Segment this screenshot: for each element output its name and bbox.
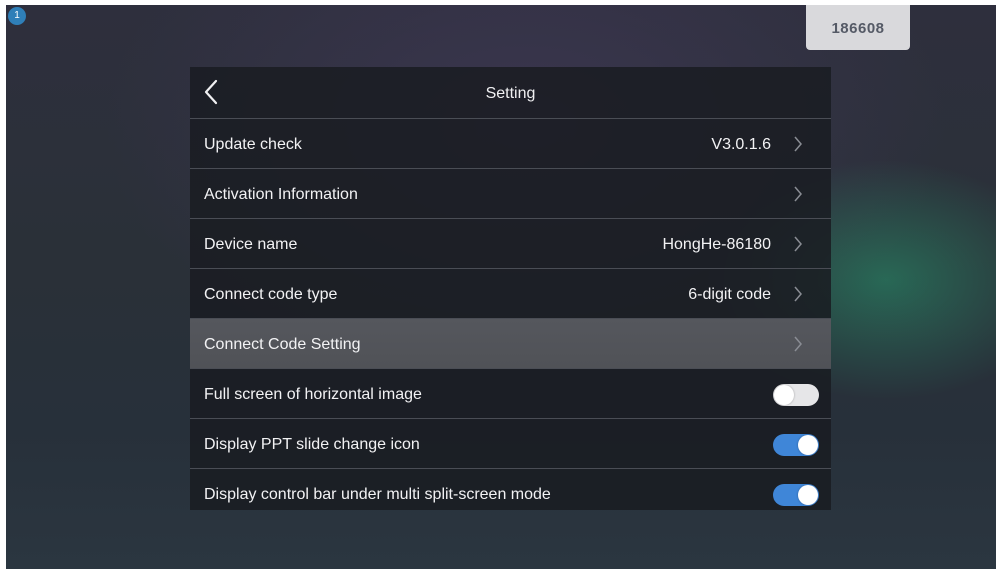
chevron-right-icon	[794, 286, 802, 302]
toggle-switch[interactable]	[773, 434, 819, 456]
setting-label: Update check	[204, 136, 302, 153]
setting-row-activation-information[interactable]: Activation Information	[190, 169, 831, 219]
setting-label: Display control bar under multi split-sc…	[204, 486, 551, 503]
page-title: Setting	[485, 85, 536, 102]
setting-row-update-check[interactable]: Update check V3.0.1.6	[190, 119, 831, 169]
toggle-knob	[798, 485, 818, 505]
notification-badge: 1	[8, 7, 26, 25]
setting-label: Device name	[204, 236, 298, 253]
setting-label: Display PPT slide change icon	[204, 436, 420, 453]
setting-value: HongHe-86180	[662, 236, 771, 253]
settings-panel: Setting Update check V3.0.1.6 Activation…	[190, 67, 831, 510]
chevron-right-icon	[794, 186, 802, 202]
setting-label: Connect Code Setting	[204, 336, 361, 353]
toggle-knob	[798, 435, 818, 455]
setting-value: 6-digit code	[688, 286, 771, 303]
chevron-right-icon	[794, 236, 802, 252]
panel-header: Setting	[190, 67, 831, 119]
setting-row-connect-code-type[interactable]: Connect code type 6-digit code	[190, 269, 831, 319]
toggle-switch[interactable]	[773, 484, 819, 506]
chevron-right-icon	[794, 136, 802, 152]
setting-row-display-control-bar-split-screen: Display control bar under multi split-sc…	[190, 469, 831, 510]
setting-label: Connect code type	[204, 286, 338, 303]
setting-row-connect-code-setting[interactable]: Connect Code Setting	[190, 319, 831, 369]
setting-row-device-name[interactable]: Device name HongHe-86180	[190, 219, 831, 269]
chevron-right-icon	[794, 336, 802, 352]
setting-label: Activation Information	[204, 186, 358, 203]
setting-label: Full screen of horizontal image	[204, 386, 422, 403]
toggle-knob	[774, 385, 794, 405]
toggle-switch[interactable]	[773, 384, 819, 406]
connect-code-display: 186608	[806, 5, 910, 50]
setting-value: V3.0.1.6	[711, 136, 771, 153]
setting-row-full-screen-horizontal-image: Full screen of horizontal image	[190, 369, 831, 419]
screen: 1 186608 Setting Update check V3.0.1.6 A…	[6, 5, 996, 569]
setting-row-display-ppt-slide-change-icon: Display PPT slide change icon	[190, 419, 831, 469]
